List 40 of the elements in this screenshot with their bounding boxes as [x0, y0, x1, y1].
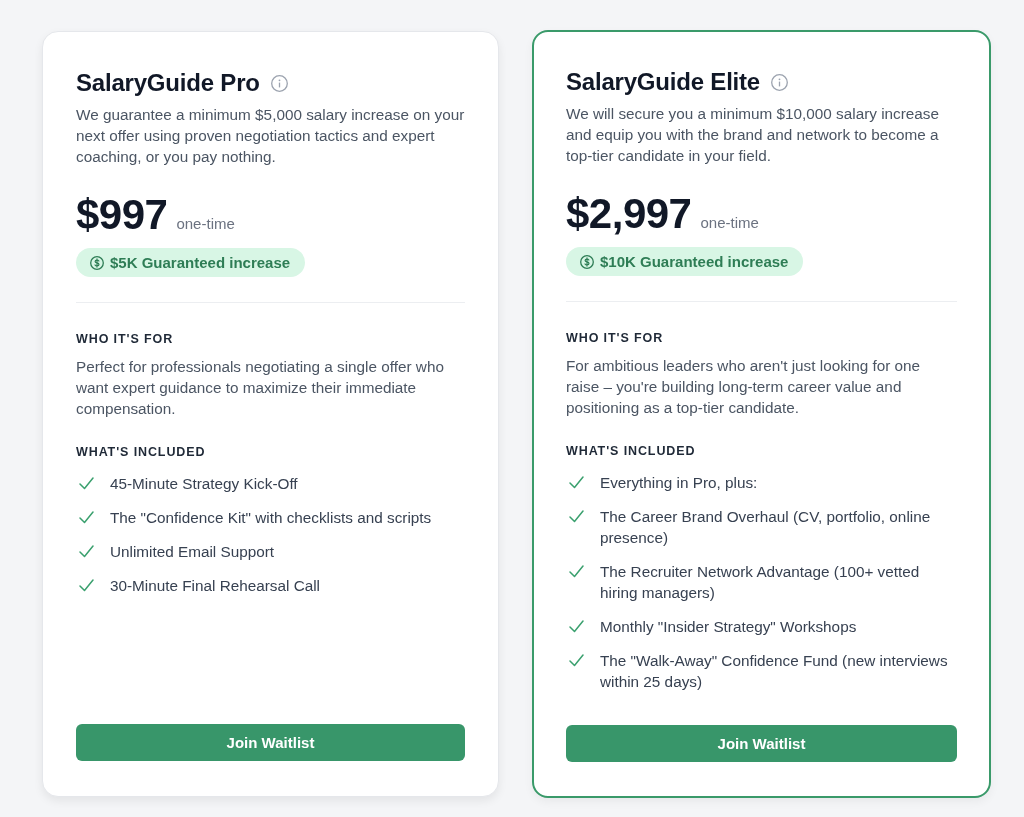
feature-text: 45-Minute Strategy Kick-Off — [110, 474, 298, 494]
check-icon — [569, 654, 584, 667]
section-heading: WHAT'S INCLUDED — [76, 444, 207, 461]
price: $2,997 — [566, 191, 692, 237]
feature-text: The "Walk-Away" Confidence Fund (new interviews within 25 days) — [600, 651, 949, 692]
feature-text: Everything in Pro, plus: — [600, 473, 758, 493]
audience-text: For ambitious leaders who aren't just looking for one raise – you're building long-term career value and positioning as a top-tier candidate. — [566, 356, 922, 418]
plan-title: SalaryGuide Pro — [76, 68, 260, 98]
check-icon — [79, 545, 94, 558]
feature-text: Unlimited Email Support — [110, 542, 275, 562]
section-heading: WHO IT'S FOR — [566, 330, 665, 347]
dollar-circle-icon — [90, 255, 104, 270]
audience-text: Perfect for professionals negotiating a single offer who want expert guidance to maximize their immediate compensation. — [76, 357, 445, 419]
feature-text: 30-Minute Final Rehearsal Call — [110, 576, 320, 596]
join-waitlist-button[interactable]: Join Waitlist — [566, 725, 957, 762]
badge-text: $10K Guaranteed increase — [600, 253, 789, 270]
info-icon[interactable] — [270, 74, 288, 92]
check-icon — [79, 511, 94, 524]
info-icon[interactable] — [771, 73, 788, 91]
plan-description: We will secure you a minimum $10,000 salary increase and equip you with the brand and network to become a top-tier candidate in your field. — [566, 104, 940, 166]
check-icon — [569, 476, 584, 489]
check-icon — [569, 510, 584, 523]
check-icon — [569, 620, 584, 633]
feature-text: Monthly "Insider Strategy" Workshops — [600, 617, 857, 637]
feature-text: The Recruiter Network Advantage (100+ vetted hiring managers) — [600, 562, 921, 603]
check-icon — [569, 565, 584, 578]
feature-text: The Career Brand Overhaul (CV, portfolio, online presence) — [600, 507, 932, 548]
price-note: one-time — [700, 214, 759, 231]
feature-text: The "Confidence Kit" with checklists and scripts — [110, 508, 432, 528]
section-heading: WHO IT'S FOR — [76, 331, 175, 348]
join-waitlist-button[interactable]: Join Waitlist — [76, 724, 465, 761]
badge-text: $5K Guaranteed increase — [110, 254, 291, 271]
check-icon — [79, 579, 94, 592]
dollar-circle-icon — [580, 254, 594, 269]
plan-description: We guarantee a minimum $5,000 salary increase on your next offer using proven negotiation tactics and expert coaching, or you pay nothing. — [76, 105, 465, 167]
price: $997 — [76, 192, 168, 238]
price-note: one-time — [176, 215, 235, 232]
check-icon — [79, 477, 94, 490]
section-heading: WHAT'S INCLUDED — [566, 443, 697, 460]
plan-title: SalaryGuide Elite — [566, 67, 760, 97]
